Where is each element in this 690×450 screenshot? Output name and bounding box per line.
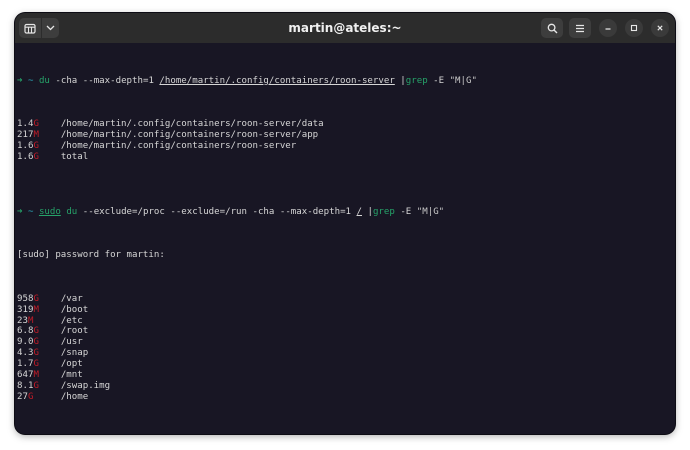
maximize-button[interactable] (625, 19, 643, 37)
command-name: du (66, 206, 78, 217)
tab-spacer (39, 305, 61, 315)
size-path: /opt (60, 359, 83, 370)
title-bar: martin@ateles:~ (15, 13, 675, 43)
tab-spacer (39, 141, 61, 151)
command-line: ➜ ~ du -cha --max-depth=1 /home/martin/.… (17, 76, 675, 87)
tab-spacer (39, 359, 61, 369)
grep-command: grep (372, 206, 395, 217)
tab-spacer (39, 130, 61, 140)
maximize-icon (630, 24, 638, 32)
size-number: 647 (17, 369, 34, 380)
size-number: 9.0 (17, 337, 34, 348)
tab-spacer (39, 381, 61, 391)
command-pipe: | (394, 75, 406, 86)
tab-spacer (39, 337, 61, 347)
output-row: 9.0G /usr (17, 337, 675, 348)
size-path: /home (60, 391, 89, 402)
command-pipe: | (362, 206, 373, 217)
terminal-window: martin@ateles:~ ➜ ~ du -cha --max-depth=… (15, 13, 675, 434)
command-name: du (38, 75, 50, 86)
output-row: 319M /boot (17, 305, 675, 316)
size-number: 4.3 (17, 348, 34, 359)
output-row: 6.8G /root (17, 326, 675, 337)
output-block-1: 1.4G /home/martin/.config/containers/roo… (17, 119, 675, 163)
size-number: 217 (17, 130, 34, 141)
search-icon (547, 23, 557, 33)
size-path: /usr (60, 337, 83, 348)
tab-spacer (39, 119, 61, 129)
output-row: 217M /home/martin/.config/containers/roo… (17, 130, 675, 141)
prompt-arrow: ➜ (17, 206, 23, 217)
search-button[interactable] (541, 18, 563, 38)
output-row: 23M /etc (17, 316, 675, 327)
tab-spacer (39, 348, 61, 358)
close-button[interactable] (651, 19, 669, 37)
size-path: /swap.img (60, 380, 111, 391)
size-number: 27 (17, 391, 28, 402)
grep-command: grep (405, 75, 428, 86)
command-args: --exclude=/proc --exclude=/run -cha --ma… (77, 206, 357, 217)
window-controls (541, 18, 669, 38)
sudo-command: sudo (38, 206, 61, 217)
tab-spacer (33, 316, 60, 326)
output-row: 8.1G /swap.img (17, 381, 675, 392)
size-number: 1.6 (17, 152, 34, 162)
size-path: /root (60, 326, 89, 337)
size-path: /mnt (60, 369, 83, 380)
size-number: 1.7 (17, 359, 34, 370)
command-line: ➜ ~ sudo du --exclude=/proc --exclude=/r… (17, 207, 675, 218)
sudo-password-prompt: [sudo] password for martin: (17, 250, 165, 261)
grep-args: -E (394, 206, 417, 217)
command-args: -cha --max-depth=1 (49, 75, 160, 86)
output-row: 1.6G total (17, 152, 675, 163)
prompt-dir: ~ (27, 75, 34, 86)
prompt-dir: ~ (27, 206, 34, 217)
size-number: 6.8 (17, 326, 34, 337)
size-number: 319 (17, 304, 34, 315)
size-path: /boot (60, 304, 89, 315)
size-path: /home/martin/.config/containers/roon-ser… (60, 130, 319, 141)
terminal-output[interactable]: ➜ ~ du -cha --max-depth=1 /home/martin/.… (17, 43, 675, 434)
minimize-icon (605, 28, 611, 30)
tab-spacer (33, 392, 60, 402)
size-path: /etc (60, 315, 83, 326)
size-path: /var (60, 293, 83, 304)
tab-spacer (39, 294, 61, 304)
close-icon (657, 25, 663, 31)
minimize-button[interactable] (599, 19, 617, 37)
size-number: 1.4 (17, 119, 34, 130)
tab-spacer (39, 326, 61, 336)
menu-button[interactable] (569, 18, 591, 38)
output-row: 27G /home (17, 392, 675, 403)
tab-spacer (39, 152, 61, 162)
hamburger-menu-icon (576, 24, 584, 32)
size-path: /snap (60, 348, 89, 359)
output-row: 4.3G /snap (17, 348, 675, 359)
size-number: 23 (17, 315, 28, 326)
output-row: 1.7G /opt (17, 359, 675, 370)
output-row: 958G /var (17, 294, 675, 305)
prompt-arrow: ➜ (17, 75, 23, 86)
command-path: /home/martin/.config/containers/roon-ser… (159, 75, 395, 86)
size-path: total (60, 152, 89, 162)
output-row: 1.6G /home/martin/.config/containers/roo… (17, 141, 675, 152)
output-row: 647M /mnt (17, 370, 675, 381)
size-number: 1.6 (17, 141, 34, 152)
output-block-2: 958G /var 319M /boot 23M /etc 6.8G /root 9.0… (17, 294, 675, 403)
output-row: 1.4G /home/martin/.config/containers/roo… (17, 119, 675, 130)
grep-args: -E (427, 75, 450, 86)
grep-pattern: "M|G" (416, 206, 445, 217)
tab-spacer (39, 370, 61, 380)
size-number: 958 (17, 293, 34, 304)
size-number: 8.1 (17, 380, 34, 391)
size-path: /home/martin/.config/containers/roon-ser… (60, 141, 297, 152)
grep-pattern: "M|G" (449, 75, 477, 86)
size-path: /home/martin/.config/containers/roon-ser… (60, 119, 324, 130)
